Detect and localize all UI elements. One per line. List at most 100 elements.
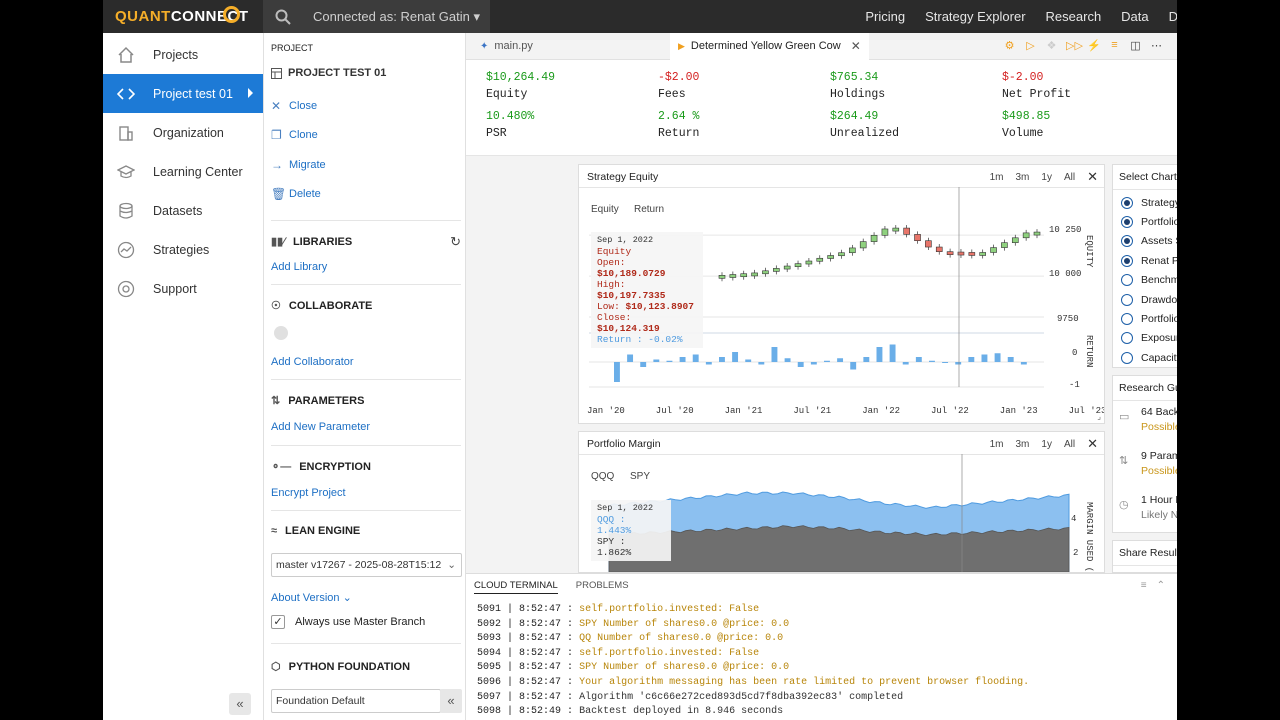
collapse-sidebar-button[interactable]: « (229, 693, 251, 715)
range-all-button[interactable]: All (1064, 172, 1075, 183)
range-3m-button[interactable]: 3m (1016, 439, 1030, 450)
migrate-project-link[interactable]: → Migrate (271, 158, 326, 172)
range-1y-button[interactable]: 1y (1041, 439, 1052, 450)
x-tick-label: Jan '20 (587, 406, 625, 416)
tooltip-low: $10,123.8907 (625, 301, 694, 312)
add-parameter-link[interactable]: Add New Parameter (271, 421, 370, 433)
sidebar-item-project-test-01[interactable]: Project test 01 (103, 74, 263, 113)
chart-option-capacity[interactable]: Capacity (1113, 348, 1177, 367)
sliders-icon: ⇅ (271, 395, 281, 407)
sidebar-item-organization[interactable]: Organization (103, 113, 263, 152)
sidebar-item-projects[interactable]: Projects (103, 35, 263, 74)
nav-strategy-explorer[interactable]: Strategy Explorer (925, 0, 1025, 33)
split-view-icon[interactable]: ◫ (1129, 39, 1142, 52)
lean-version-select[interactable]: master v17267 - 2025-08-28T15:12 ⌄ (271, 553, 462, 577)
chart-option-renat-plot-spy[interactable]: Renat Plot SPY (1113, 251, 1177, 270)
sidebar-item-strategies[interactable]: Strategies (103, 230, 263, 269)
always-master-checkbox[interactable]: ✓ (271, 615, 285, 629)
encrypt-project-link[interactable]: Encrypt Project (271, 487, 346, 499)
settings-gear-icon[interactable]: ⚙ (1003, 39, 1016, 52)
add-collaborator-link[interactable]: Add Collaborator (271, 356, 354, 368)
chevron-up-icon[interactable]: ⌃ (1157, 580, 1165, 591)
x-tick-label: Jul '20 (656, 406, 694, 416)
guide-item-parameters[interactable]: ⇅ 9 Parameters Detec... Possible Overfitt… (1119, 450, 1177, 477)
separator: : (561, 647, 580, 659)
refresh-icon[interactable]: ↻ (450, 234, 461, 250)
chart-option-assets-sales-volume[interactable]: Assets Sales Volume (1113, 232, 1177, 251)
range-3m-button[interactable]: 3m (1016, 172, 1030, 183)
return-bar (863, 357, 870, 362)
range-all-button[interactable]: All (1064, 439, 1075, 450)
range-1y-button[interactable]: 1y (1041, 172, 1052, 183)
debug-icon[interactable]: ❖ (1045, 39, 1058, 52)
panel-layout-icon (271, 67, 282, 79)
search-button[interactable] (263, 0, 303, 33)
resize-handle-icon[interactable]: ⌟ (1097, 412, 1101, 421)
candle (903, 227, 910, 235)
portfolio-margin-chart: Portfolio Margin 1m 3m 1y All ✕ QQQ SPY … (578, 431, 1105, 573)
account-dropdown[interactable]: Connected as: Renat Gatin ▾ (303, 0, 490, 33)
return-bar (745, 359, 752, 362)
clone-project-link[interactable]: ❐ Clone (271, 128, 318, 142)
editor-toolbar: ⚙ ▷ ❖ ▷▷ ⚡ ≡ ◫ ⋯ (1003, 39, 1163, 52)
chart-option-strategy-equity[interactable]: Strategy Equity (1113, 193, 1177, 212)
chart-option-portfolio-turnover[interactable]: Portfolio Turnover (1113, 309, 1177, 328)
nav-research[interactable]: Research (1046, 0, 1102, 33)
backtest-play-icon[interactable]: ▷ (1024, 39, 1037, 52)
chart-option-drawdown[interactable]: Drawdown (1113, 290, 1177, 309)
chart-option-portfolio-margin[interactable]: Portfolio Margin (1113, 212, 1177, 231)
margin-tick: 2 (1073, 548, 1078, 558)
close-project-link[interactable]: ✕ Close (271, 99, 317, 113)
return-bar (719, 357, 725, 362)
optimize-icon[interactable]: ▷▷ (1066, 39, 1083, 52)
terminal-line: 5093 | 8:52:47 : QQ Number of shares0.0 … (477, 632, 1029, 647)
share-results-title[interactable]: Share Results (1113, 541, 1177, 566)
about-version-link[interactable]: About Version ⌄ (271, 591, 352, 604)
trash-icon: 🗑 (271, 187, 287, 201)
guide-item-research-time[interactable]: ◷ 1 Hour Research Likely Not Overfit (1119, 494, 1177, 521)
left-sidebar: Projects Project test 01 Organization Le… (103, 33, 264, 720)
tab-problems[interactable]: PROBLEMS (576, 580, 629, 594)
clear-log-icon[interactable]: ≡ (1141, 580, 1147, 591)
terminal-line: 5092 | 8:52:47 : SPY Number of shares0.0… (477, 618, 1029, 633)
chart-option-benchmark[interactable]: Benchmark (1113, 271, 1177, 290)
return-bar (758, 362, 765, 365)
tab-main-py[interactable]: ✦ main.py (472, 33, 541, 60)
close-tab-icon[interactable]: ✕ (851, 33, 861, 60)
foundation-select[interactable]: Foundation Default (271, 689, 441, 713)
line-message: self.portfolio.invested: False (579, 604, 760, 615)
collapse-panel-button[interactable]: « (440, 689, 462, 713)
nav-docs[interactable]: Docu (1169, 0, 1177, 33)
sidebar-item-learning-center[interactable]: Learning Center (103, 152, 263, 191)
close-chart-icon[interactable]: ✕ (1087, 436, 1098, 452)
terminal-line: 5097 | 8:52:47 : Algorithm 'c6c66e272ced… (477, 691, 1029, 706)
range-1m-button[interactable]: 1m (990, 172, 1004, 183)
separator: | (501, 618, 520, 630)
caret-right-icon (248, 88, 253, 98)
live-trade-icon[interactable]: ⚡ (1087, 39, 1101, 52)
equity-tick: 10 000 (1049, 269, 1081, 279)
sidebar-item-support[interactable]: Support (103, 269, 263, 308)
stat-label: Return (658, 127, 700, 140)
chart-option-exposure[interactable]: Exposure (1113, 329, 1177, 348)
tab-backtest-result[interactable]: ▶ Determined Yellow Green Cow ✕ (670, 33, 869, 60)
more-options-icon[interactable]: ⋯ (1150, 39, 1163, 52)
encryption-section-title: ⚬— ENCRYPTION (271, 460, 371, 474)
guide-item-backtests[interactable]: ▭ 64 Backtests Remai... Possible Overfitt… (1119, 406, 1177, 433)
tab-cloud-terminal[interactable]: CLOUD TERMINAL (474, 580, 558, 594)
add-library-link[interactable]: Add Library (271, 261, 327, 273)
range-1m-button[interactable]: 1m (990, 439, 1004, 450)
stack-icon[interactable]: ≡ (1108, 39, 1121, 52)
nav-pricing[interactable]: Pricing (865, 0, 905, 33)
editor-tabs: ✦ main.py ▶ Determined Yellow Green Cow … (466, 33, 1177, 60)
nav-data[interactable]: Data (1121, 0, 1148, 33)
stat-value: $-2.00 (1002, 71, 1044, 84)
project-title-text: PROJECT TEST 01 (288, 67, 387, 79)
delete-project-link[interactable]: 🗑 Delete (271, 187, 321, 201)
sidebar-item-datasets[interactable]: Datasets (103, 191, 263, 230)
return-bar (994, 353, 1001, 362)
line-number: 5095 (477, 662, 502, 674)
code-icon (117, 85, 135, 103)
candle (773, 268, 780, 272)
close-chart-icon[interactable]: ✕ (1087, 169, 1098, 185)
